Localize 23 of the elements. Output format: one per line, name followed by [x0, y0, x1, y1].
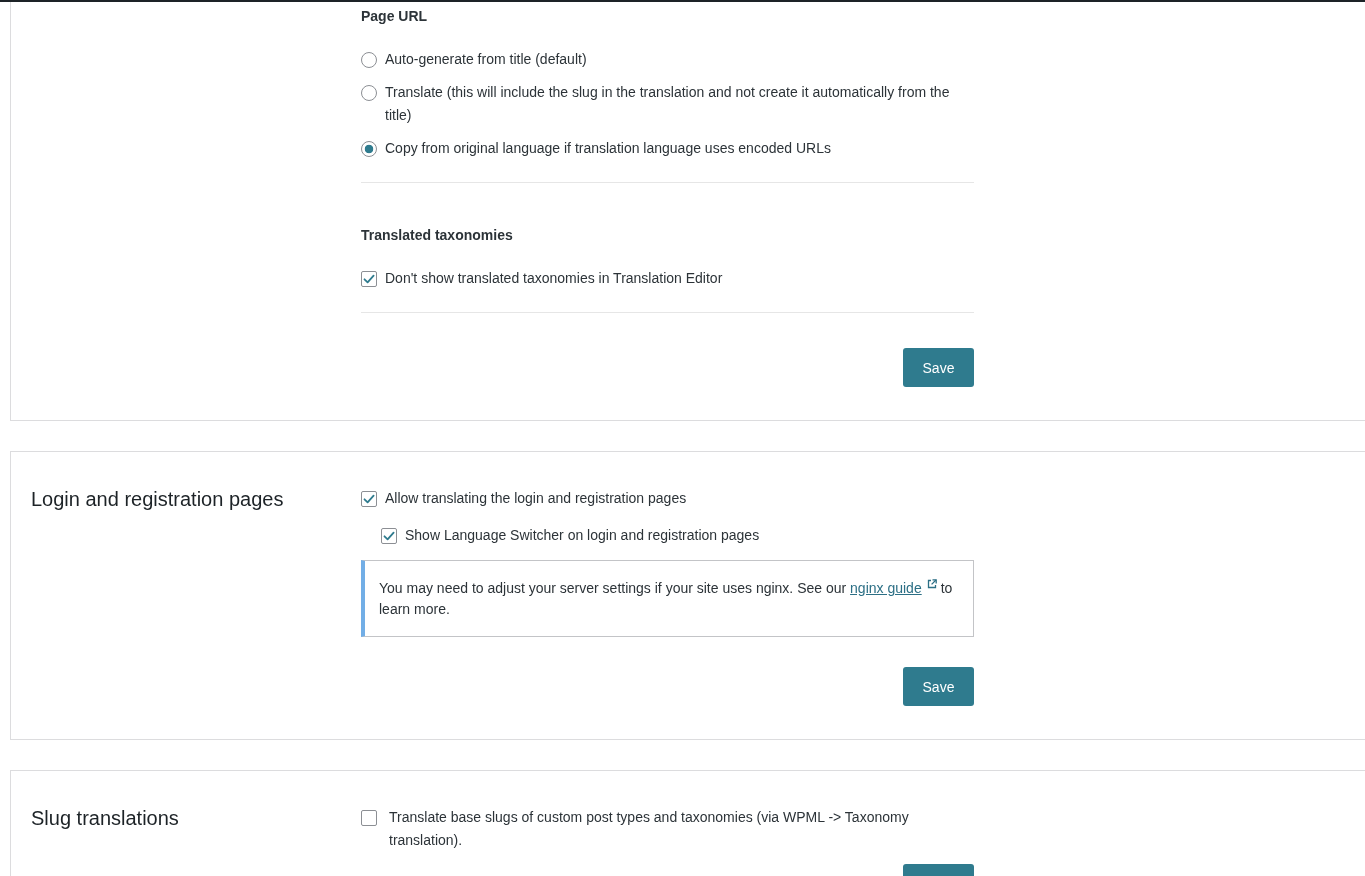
checkbox[interactable]: [381, 527, 397, 544]
notice-text: You may need to adjust your server settings if your site uses nginx. See our nginx guide to learn more.: [379, 578, 954, 619]
section-title: Slug translations: [31, 806, 179, 830]
guide-link[interactable]: nginx guide: [850, 580, 922, 596]
radio-button[interactable]: [361, 51, 377, 68]
option-label: Show Language Switcher on login and registration pages: [405, 526, 760, 545]
save-button[interactable]: Save: [903, 348, 974, 387]
option-label: Auto-generate from title (default): [385, 50, 587, 69]
checkbox[interactable]: [361, 270, 377, 287]
radio-button[interactable]: [361, 140, 377, 157]
radio-button[interactable]: [361, 84, 377, 101]
option-label: Translate (this will include the slug in the translation and not create it automatically from the title): [385, 83, 951, 125]
option-label: Translate base slugs of custom post types and taxonomies (via WPML -> Taxonomy translation).: [389, 808, 910, 850]
group-heading: Translated taxonomies: [361, 226, 513, 245]
option-label: Don't show translated taxonomies in Translation Editor: [385, 269, 723, 288]
save-button[interactable]: Save: [903, 667, 974, 706]
checkbox[interactable]: [361, 490, 377, 507]
option-label: Copy from original language if translation language uses encoded URLs: [385, 139, 831, 158]
option-label: Allow translating the login and registration pages: [385, 489, 687, 508]
checkbox[interactable]: [361, 809, 377, 826]
section-title: Login and registration pages: [31, 487, 284, 511]
group-heading: Page URL: [361, 7, 428, 26]
external-link-icon: [926, 579, 937, 589]
